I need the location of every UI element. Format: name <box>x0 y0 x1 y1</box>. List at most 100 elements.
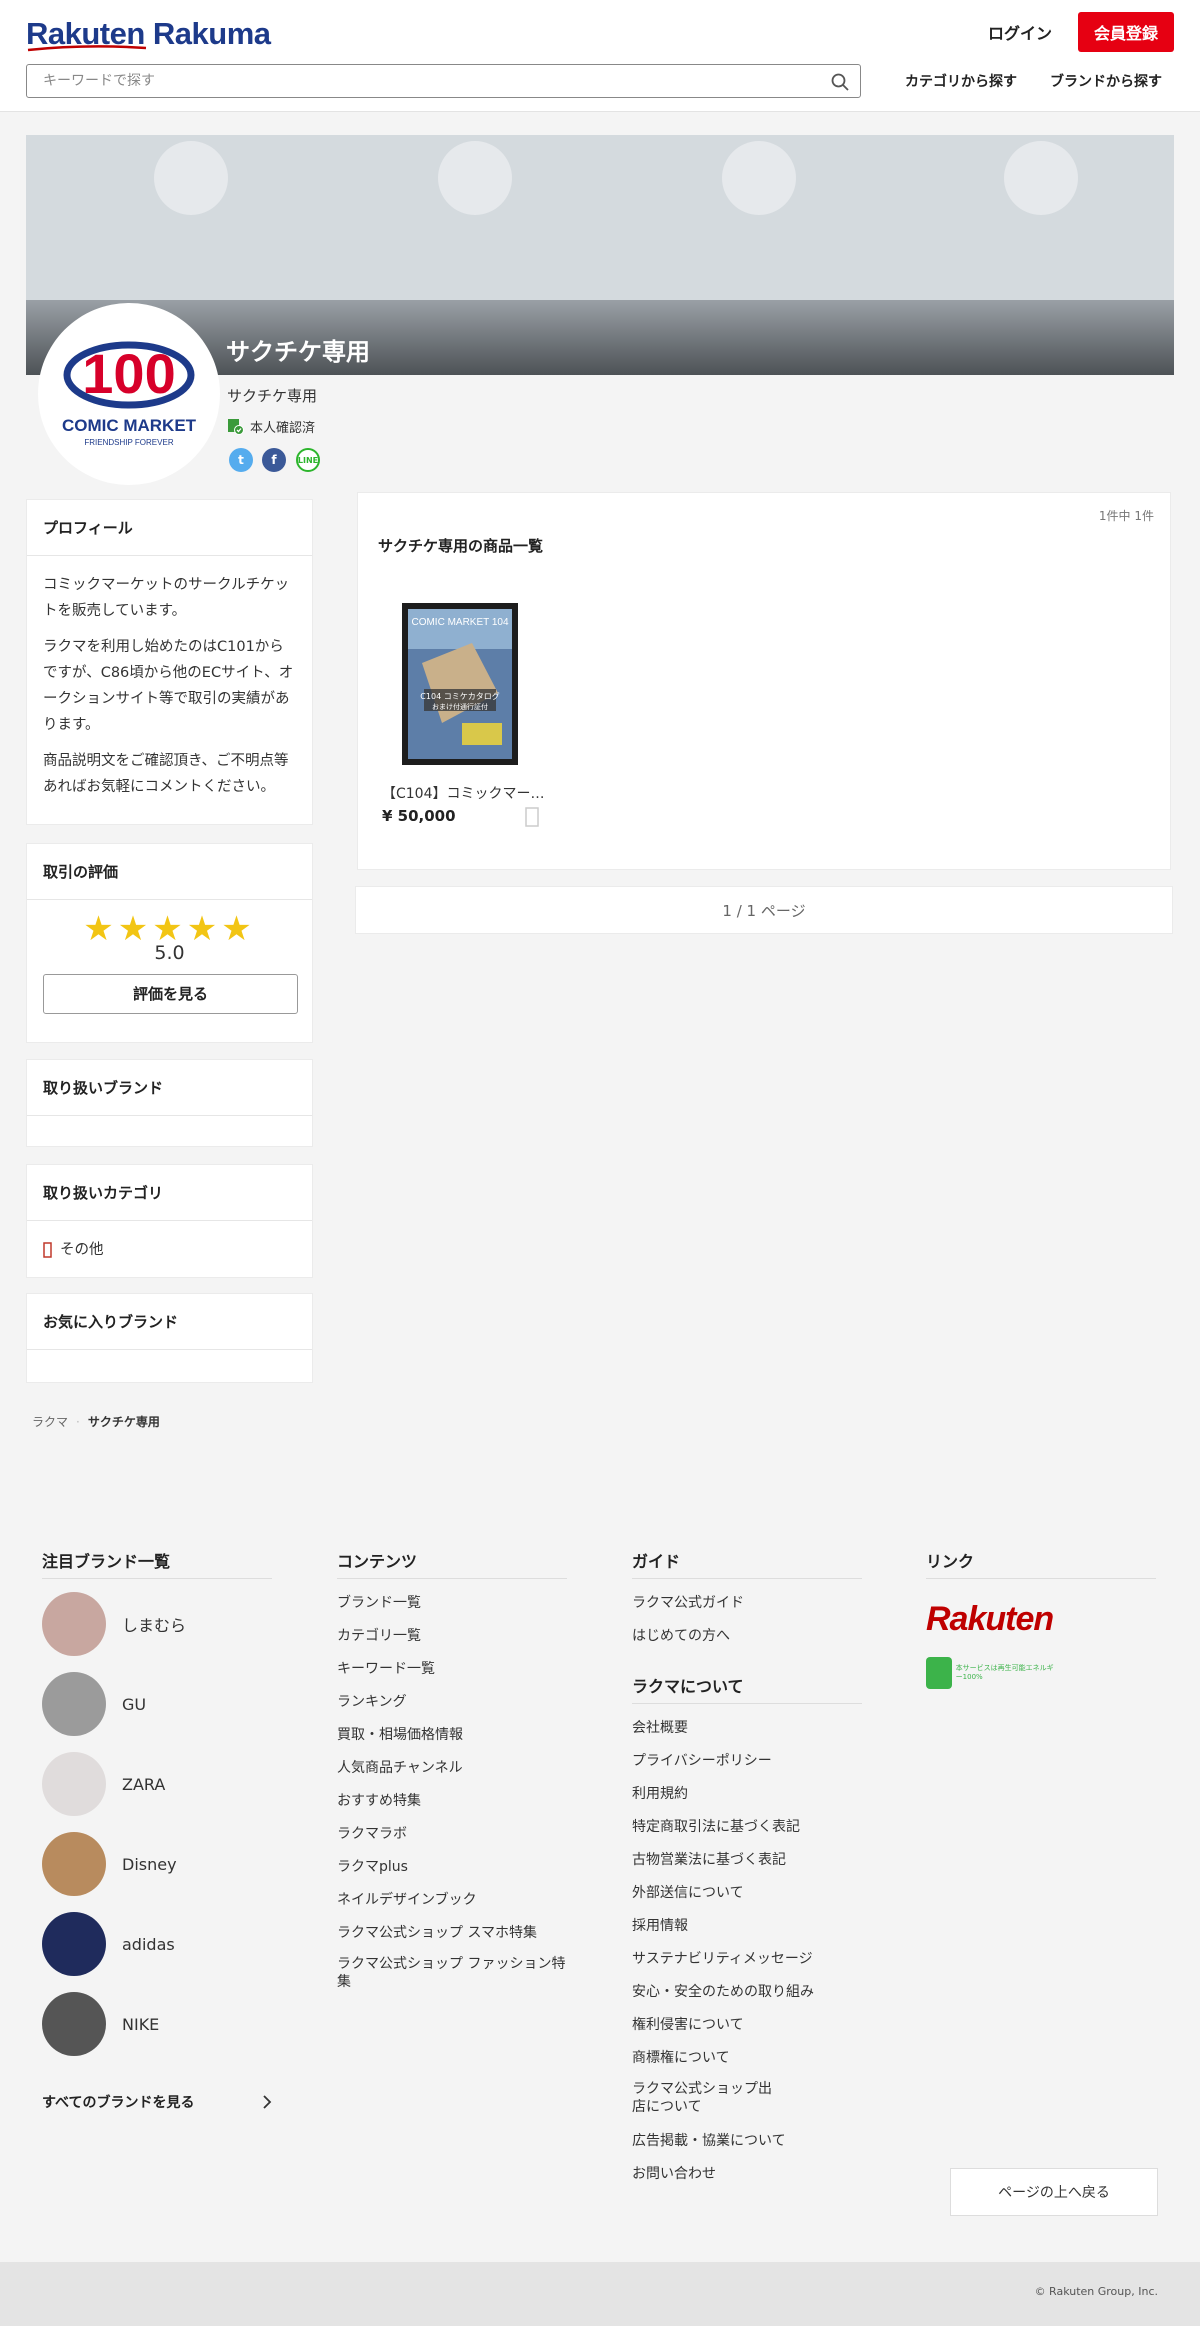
footer-link[interactable]: ラクマ公式ショップ ファッション特集 <box>337 1955 577 1991</box>
rating-card-title: 取引の評価 <box>27 844 312 900</box>
product-list-title: サクチケ専用の商品一覧 <box>378 537 544 555</box>
footer-brand-item[interactable]: NIKE <box>42 1992 159 2056</box>
footer-brand-item[interactable]: adidas <box>42 1912 175 1976</box>
svg-text:FRIENDSHIP FOREVER: FRIENDSHIP FOREVER <box>84 438 173 447</box>
footer-about-title: ラクマについて <box>632 1673 862 1704</box>
footer-link[interactable]: キーワード一覧 <box>337 1658 435 1678</box>
product-name[interactable]: 【C104】コミックマーケット104 カタログ <box>382 783 547 803</box>
brand-thumbnail <box>42 1592 106 1656</box>
copyright-text: © Rakuten Group, Inc. <box>1034 2285 1158 2298</box>
footer-link[interactable]: 採用情報 <box>632 1915 688 1935</box>
all-brands-label: すべてのブランドを見る <box>42 2095 195 2111</box>
footer-link[interactable]: ラクマラボ <box>337 1823 407 1843</box>
footer-link[interactable]: 外部送信について <box>632 1882 744 1902</box>
line-share-icon[interactable]: LINE <box>296 448 320 472</box>
footer-brand-item[interactable]: Disney <box>42 1832 177 1896</box>
facebook-share-icon[interactable]: f <box>262 448 286 472</box>
footer-link[interactable]: ラクマ公式ショップ スマホ特集 <box>337 1922 537 1942</box>
svg-text:C104 コミケカタログ: C104 コミケカタログ <box>420 691 499 701</box>
svg-text:COMIC MARKET 104: COMIC MARKET 104 <box>411 617 508 628</box>
brand-thumbnail <box>42 1672 106 1736</box>
green-energy-text: 本サービスは再生可能エネルギー100% <box>955 1664 1054 1681</box>
product-list-panel: 1件中 1件 サクチケ専用の商品一覧 COMIC MARKET 104 C104… <box>357 492 1171 870</box>
footer-link[interactable]: 商標権について <box>632 2047 730 2067</box>
pagination: 1 / 1 ページ <box>355 886 1173 934</box>
favorite-brand-card: お気に入りブランド <box>26 1293 313 1383</box>
category-item[interactable]: その他 <box>27 1221 312 1279</box>
svg-text:COMIC MARKET: COMIC MARKET <box>62 416 197 435</box>
footer-link[interactable]: ランキング <box>337 1691 407 1711</box>
verified-label: 本人確認済 <box>250 421 316 436</box>
verified-status: 本人確認済 <box>227 417 315 436</box>
twitter-share-icon[interactable]: t <box>229 448 253 472</box>
green-energy-badge[interactable]: 本サービスは再生可能エネルギー100% <box>926 1656 1056 1690</box>
register-button[interactable]: 会員登録 <box>1078 12 1174 52</box>
footer-link[interactable]: 人気商品チャンネル <box>337 1757 463 1777</box>
comic-market-logo-icon: 100 COMIC MARKET FRIENDSHIP FOREVER <box>62 341 197 447</box>
footer-link[interactable]: ネイルデザインブック <box>337 1889 477 1909</box>
product-image[interactable]: COMIC MARKET 104 C104 コミケカタログ おまけ付通行証付 <box>402 603 518 765</box>
all-brands-link[interactable]: すべてのブランドを見る <box>42 2092 272 2112</box>
cover-decoration <box>1004 141 1078 215</box>
profile-text: コミックマーケットのサークルチケットを販売しています。 ラクマを利用し始めたのは… <box>27 556 312 826</box>
footer-link[interactable]: 特定商取引法に基づく表記 <box>632 1816 800 1836</box>
profile-paragraph: 商品説明文をご確認頂き、ご不明点等あればお気軽にコメントください。 <box>43 753 289 795</box>
category-card-title: 取り扱いカテゴリ <box>27 1165 312 1221</box>
footer-brand-item[interactable]: しまむら <box>42 1592 186 1656</box>
nav-brand-link[interactable]: ブランドから探す <box>1050 68 1162 94</box>
breadcrumb-home-link[interactable]: ラクマ <box>32 1413 68 1430</box>
footer-brand-item[interactable]: GU <box>42 1672 146 1736</box>
verified-icon <box>228 419 244 435</box>
logo-swoosh-icon <box>27 45 147 52</box>
cover-decoration <box>722 141 796 215</box>
profile-paragraph: コミックマーケットのサークルチケットを販売しています。 <box>43 577 290 619</box>
view-reviews-button[interactable]: 評価を見る <box>43 974 298 1014</box>
breadcrumb-separator: · <box>76 1414 80 1429</box>
rating-stars: ★★★★★ <box>83 909 256 949</box>
nav-category-link[interactable]: カテゴリから探す <box>905 68 1017 94</box>
shop-avatar: 100 COMIC MARKET FRIENDSHIP FOREVER <box>38 303 220 485</box>
brand-thumbnail <box>42 1912 106 1976</box>
rating-card: 取引の評価 ★★★★★ 5.0 評価を見る <box>26 843 313 1043</box>
footer-link[interactable]: ラクマplus <box>337 1856 408 1876</box>
footer-link[interactable]: ラクマ公式ガイド <box>632 1592 744 1612</box>
footer-link[interactable]: 広告掲載・協業について <box>632 2130 786 2150</box>
footer-link[interactable]: ラクマ公式ショップ出店について <box>632 2080 772 2116</box>
chevron-right-icon <box>263 2095 272 2109</box>
footer-link[interactable]: ブランド一覧 <box>337 1592 421 1612</box>
category-card: 取り扱いカテゴリ その他 <box>26 1164 313 1278</box>
footer-link[interactable]: はじめての方へ <box>632 1625 730 1645</box>
search-icon[interactable] <box>830 72 850 92</box>
footer-brand-item[interactable]: ZARA <box>42 1752 165 1816</box>
profile-card: プロフィール コミックマーケットのサークルチケットを販売しています。 ラクマを利… <box>26 499 313 825</box>
brands-card: 取り扱いブランド <box>26 1059 313 1147</box>
footer-link[interactable]: 利用規約 <box>632 1783 688 1803</box>
favorite-icon[interactable] <box>525 807 539 827</box>
product-thumbnail-icon: COMIC MARKET 104 C104 コミケカタログ おまけ付通行証付 <box>408 609 512 759</box>
back-to-top-button[interactable]: ページの上へ戻る <box>950 2168 1158 2216</box>
brand-name: NIKE <box>122 2014 160 2034</box>
rating-score: 5.0 <box>154 942 185 964</box>
cover-decoration <box>154 141 228 215</box>
brand-name: GU <box>122 1694 147 1714</box>
login-button[interactable]: ログイン <box>975 14 1065 50</box>
brand-thumbnail <box>42 1832 106 1896</box>
cover-decoration <box>438 141 512 215</box>
profile-paragraph: ラクマを利用し始めたのはC101からですが、C86頃から他のECサイト、オークシ… <box>43 639 294 733</box>
footer-link[interactable]: お問い合わせ <box>632 2163 716 2183</box>
svg-text:おまけ付通行証付: おまけ付通行証付 <box>432 702 488 711</box>
search-input[interactable] <box>27 65 807 97</box>
footer-link[interactable]: 古物営業法に基づく表記 <box>632 1849 786 1869</box>
footer-guide-title: ガイド <box>632 1548 862 1579</box>
search-bar <box>26 64 861 98</box>
footer-link[interactable]: プライバシーポリシー <box>632 1750 772 1770</box>
footer-link[interactable]: 権利侵害について <box>632 2014 744 2034</box>
brands-card-title: 取り扱いブランド <box>27 1060 312 1116</box>
footer-link[interactable]: 安心・安全のための取り組み <box>632 1981 814 2001</box>
footer-link[interactable]: カテゴリ一覧 <box>337 1625 421 1645</box>
footer-link[interactable]: 会社概要 <box>632 1717 688 1737</box>
footer-link[interactable]: おすすめ特集 <box>337 1790 421 1810</box>
footer-link[interactable]: 買取・相場価格情報 <box>337 1724 463 1744</box>
rakuten-logo[interactable]: Rakuten <box>926 1600 1054 1639</box>
footer-link[interactable]: サステナビリティメッセージ <box>632 1948 813 1968</box>
